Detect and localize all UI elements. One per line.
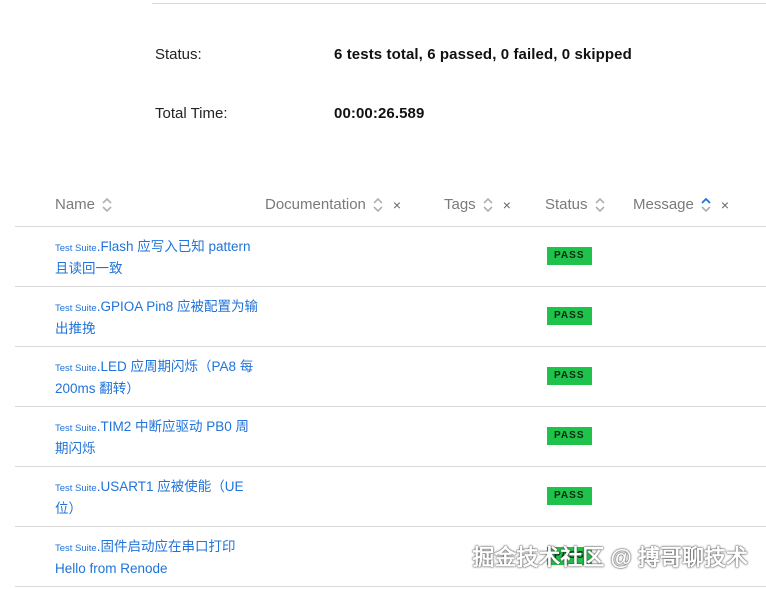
sort-ascending-icon[interactable] <box>701 197 711 213</box>
status-badge: PASS <box>547 367 592 385</box>
test-name-cell: Test Suite.GPIOA Pin8 应被配置为输出推挽 <box>55 297 260 339</box>
test-name-link[interactable]: Test Suite.LED 应周期闪烁（PA8 每 200ms 翻转） <box>55 359 253 396</box>
close-column-icon[interactable]: × <box>721 198 729 212</box>
table-row: Test Suite.LED 应周期闪烁（PA8 每 200ms 翻转） PAS… <box>15 347 766 407</box>
column-header-message[interactable]: Message × <box>633 196 729 213</box>
status-badge: PASS <box>547 427 592 445</box>
suite-prefix: Test Suite <box>55 543 97 554</box>
test-name-cell: Test Suite.固件启动应在串口打印 Hello from Renode <box>55 537 260 579</box>
test-name-link[interactable]: Test Suite.Flash 应写入已知 pattern 且读回一致 <box>55 239 251 276</box>
column-label-message: Message <box>633 196 694 213</box>
test-name-link[interactable]: Test Suite.TIM2 中断应驱动 PB0 周期闪烁 <box>55 419 249 456</box>
status-badge: PASS <box>547 487 592 505</box>
table-row: Test Suite.USART1 应被使能（UE 位） PASS <box>15 467 766 527</box>
close-column-icon[interactable]: × <box>503 198 511 212</box>
column-header-status[interactable]: Status <box>545 196 605 213</box>
column-label-name: Name <box>55 196 96 213</box>
column-header-name[interactable]: Name <box>55 196 112 213</box>
total-time-label: Total Time: <box>155 105 228 122</box>
column-label-status: Status <box>545 196 588 213</box>
total-time-value: 00:00:26.589 <box>334 105 425 122</box>
test-name-link[interactable]: Test Suite.USART1 应被使能（UE 位） <box>55 479 244 516</box>
test-name-cell: Test Suite.USART1 应被使能（UE 位） <box>55 477 260 519</box>
sort-icon[interactable] <box>102 197 112 213</box>
table-header: Name Documentation × Tags × Status Messa… <box>15 184 766 227</box>
suite-prefix: Test Suite <box>55 303 97 314</box>
suite-prefix: Test Suite <box>55 363 97 374</box>
table-row: Test Suite.Flash 应写入已知 pattern 且读回一致 PAS… <box>15 227 766 287</box>
sort-icon[interactable] <box>483 197 493 213</box>
test-name-cell: Test Suite.Flash 应写入已知 pattern 且读回一致 <box>55 237 260 279</box>
sort-icon[interactable] <box>373 197 383 213</box>
close-column-icon[interactable]: × <box>393 198 401 212</box>
status-label: Status: <box>155 46 202 63</box>
suite-prefix: Test Suite <box>55 423 97 434</box>
top-divider <box>152 3 766 4</box>
column-header-tags[interactable]: Tags × <box>444 196 511 213</box>
suite-prefix: Test Suite <box>55 483 97 494</box>
suite-prefix: Test Suite <box>55 243 97 254</box>
column-label-documentation: Documentation <box>265 196 366 213</box>
column-header-documentation[interactable]: Documentation × <box>265 196 401 213</box>
watermark: 掘金技术社区 @ 搏哥聊技术 <box>472 545 748 570</box>
test-results-table: Name Documentation × Tags × Status Messa… <box>15 184 766 587</box>
sort-icon[interactable] <box>594 197 605 213</box>
status-value: 6 tests total, 6 passed, 0 failed, 0 ski… <box>334 46 632 63</box>
test-name-cell: Test Suite.TIM2 中断应驱动 PB0 周期闪烁 <box>55 417 260 459</box>
test-name-link[interactable]: Test Suite.固件启动应在串口打印 Hello from Renode <box>55 539 235 576</box>
status-badge: PASS <box>547 247 592 265</box>
table-row: Test Suite.GPIOA Pin8 应被配置为输出推挽 PASS <box>15 287 766 347</box>
test-name-cell: Test Suite.LED 应周期闪烁（PA8 每 200ms 翻转） <box>55 357 260 399</box>
table-row: Test Suite.TIM2 中断应驱动 PB0 周期闪烁 PASS <box>15 407 766 467</box>
column-label-tags: Tags <box>444 196 476 213</box>
test-name-link[interactable]: Test Suite.GPIOA Pin8 应被配置为输出推挽 <box>55 299 258 336</box>
status-badge: PASS <box>547 307 592 325</box>
